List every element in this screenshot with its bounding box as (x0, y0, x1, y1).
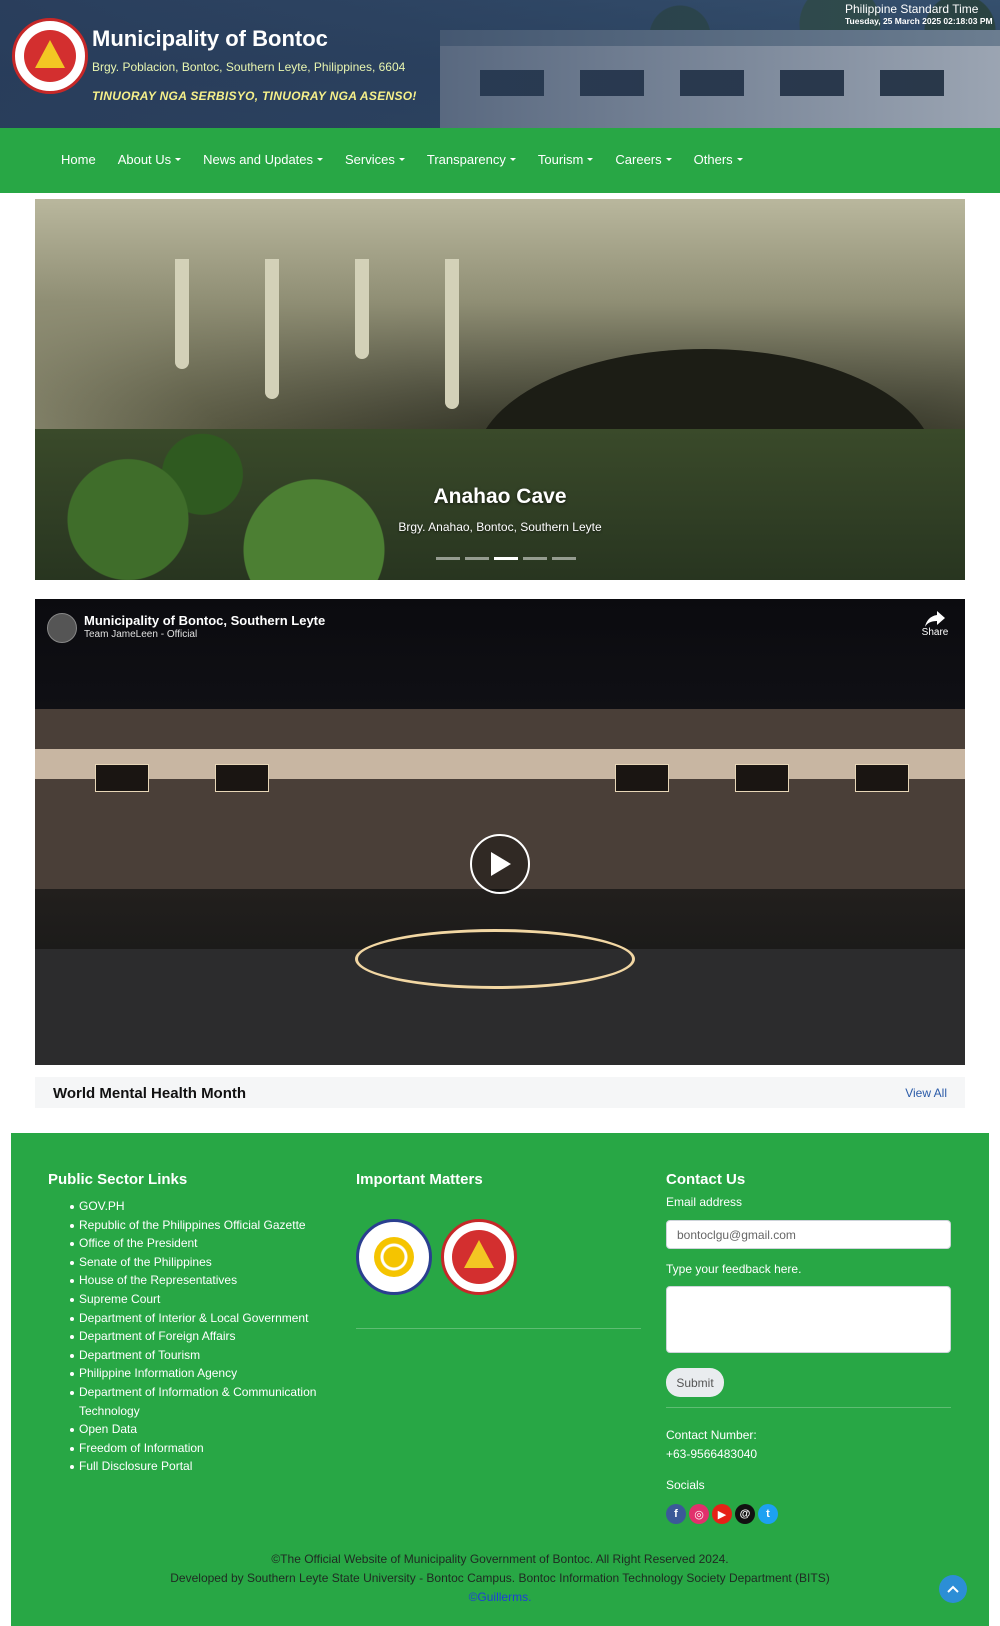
contact-number: +63-9566483040 (666, 1447, 758, 1461)
nav-item-label: Services (345, 152, 395, 167)
main-navbar: Home About Us News and Updates Services Tran… (0, 128, 1000, 193)
important-matters-title: Important Matters (356, 1171, 483, 1188)
carousel-indicator[interactable] (464, 557, 489, 560)
nav-item-label: Home (61, 152, 96, 167)
public-sector-link[interactable]: Freedom of Information (48, 1439, 338, 1458)
chevron-up-icon (947, 1585, 959, 1593)
facebook-icon[interactable]: f (666, 1504, 686, 1524)
site-title[interactable]: Municipality of Bontoc (92, 26, 328, 52)
view-all-link[interactable]: View All (905, 1086, 947, 1100)
play-icon (491, 852, 511, 876)
carousel-caption-subtitle: Brgy. Anahao, Bontoc, Southern Leyte (398, 520, 602, 534)
standard-time-value: Tuesday, 25 March 2025 02:18:03 PM (845, 16, 993, 26)
nav-item-home[interactable]: Home (61, 152, 96, 167)
public-sector-link[interactable]: Senate of the Philippines (48, 1253, 338, 1272)
video-embed[interactable]: Municipality of Bontoc, Southern Leyte T… (35, 599, 965, 1065)
nav-item-label: About Us (117, 152, 172, 167)
public-sector-link[interactable]: Department of Foreign Affairs (48, 1327, 338, 1346)
youtube-icon[interactable]: ▶ (712, 1504, 732, 1524)
video-channel[interactable]: Team JameLeen - Official (84, 629, 197, 640)
caret-down-icon (175, 158, 182, 161)
play-button[interactable] (470, 834, 530, 894)
contact-number-label: Contact Number: (666, 1428, 757, 1442)
public-sector-links-list: GOV.PH Republic of the Philippines Offici… (48, 1197, 338, 1476)
nav-item-services[interactable]: Services (345, 152, 405, 167)
caret-down-icon (587, 158, 594, 161)
transparency-seal-logo[interactable] (356, 1219, 432, 1295)
nav-item-label: News and Updates (203, 152, 314, 167)
contact-divider (666, 1407, 951, 1408)
instagram-icon[interactable]: ◎ (689, 1504, 709, 1524)
carousel-indicator[interactable] (435, 557, 460, 560)
caret-down-icon (398, 158, 405, 161)
channel-avatar[interactable] (47, 613, 77, 643)
caret-down-icon (665, 158, 672, 161)
news-title: World Mental Health Month (53, 1085, 247, 1102)
caret-down-icon (317, 158, 324, 161)
carousel-indicator[interactable] (522, 557, 547, 560)
email-field[interactable] (666, 1220, 951, 1249)
standard-time-label: Philippine Standard Time (845, 2, 979, 16)
public-sector-link[interactable]: GOV.PH (48, 1197, 338, 1216)
site-header: Municipality of Bontoc Brgy. Poblacion, … (0, 0, 1000, 128)
nav-item-about-us[interactable]: About Us (117, 152, 182, 167)
caret-down-icon (736, 158, 743, 161)
nav-item-transparency[interactable]: Transparency (427, 152, 516, 167)
public-sector-link[interactable]: Office of the President (48, 1234, 338, 1253)
matters-divider (356, 1328, 641, 1329)
municipal-seal-logo-footer[interactable] (441, 1219, 517, 1295)
email-label: Email address (666, 1195, 743, 1209)
public-sector-link[interactable]: Department of Tourism (48, 1346, 338, 1365)
video-title[interactable]: Municipality of Bontoc, Southern Leyte (84, 613, 325, 628)
developer-credit: Developed by Southern Leyte State Univer… (170, 1571, 830, 1585)
feedback-label: Type your feedback here. (666, 1262, 802, 1276)
share-button[interactable]: Share (915, 611, 955, 638)
public-sector-link[interactable]: Open Data (48, 1420, 338, 1439)
nav-item-careers[interactable]: Careers (615, 152, 672, 167)
submit-button[interactable]: Submit (666, 1368, 724, 1397)
news-bar: World Mental Health Month View All (35, 1077, 965, 1108)
carousel-indicator[interactable] (551, 557, 576, 560)
site-motto: TINUORAY NGA SERBISYO, TINUORAY NGA ASEN… (92, 89, 417, 103)
carousel-caption-title: Anahao Cave (433, 485, 567, 508)
feedback-textarea[interactable] (666, 1286, 951, 1353)
social-icons: f ◎ ▶ @ t (666, 1504, 781, 1524)
site-footer: Public Sector Links GOV.PH Republic of th… (11, 1133, 989, 1626)
nav-item-label: Careers (615, 152, 662, 167)
festive-lights (355, 929, 635, 989)
share-label: Share (921, 627, 949, 638)
public-sector-link[interactable]: Technology (48, 1402, 338, 1421)
municipal-seal-logo[interactable] (12, 18, 88, 94)
nav-item-label: Transparency (426, 152, 506, 167)
public-sector-link[interactable]: Supreme Court (48, 1290, 338, 1309)
site-address: Brgy. Poblacion, Bontoc, Southern Leyte,… (92, 60, 406, 74)
nav-item-news-and-updates[interactable]: News and Updates (203, 152, 324, 167)
twitter-icon[interactable]: t (758, 1504, 778, 1524)
public-sector-link[interactable]: House of the Representatives (48, 1271, 338, 1290)
copyright-text: ©The Official Website of Municipality Go… (271, 1552, 729, 1566)
carousel-indicators (433, 557, 578, 560)
public-sector-link[interactable]: Department of Information & Communicatio… (48, 1383, 338, 1402)
standard-time-clock: Philippine Standard Time Tuesday, 25 Mar… (845, 2, 995, 27)
author-credit-link[interactable]: ©Guillerms. (11, 1590, 989, 1604)
threads-icon[interactable]: @ (735, 1504, 755, 1524)
public-sector-link[interactable]: Department of Interior & Local Governmen… (48, 1309, 338, 1328)
caret-down-icon (509, 158, 516, 161)
back-to-top-button[interactable] (939, 1575, 967, 1603)
contact-us-title: Contact Us (666, 1171, 746, 1188)
nav-item-others[interactable]: Others (694, 152, 743, 167)
nav-item-label: Others (693, 152, 733, 167)
hero-carousel[interactable]: Anahao Cave Brgy. Anahao, Bontoc, Southe… (35, 199, 965, 580)
public-sector-link[interactable]: Republic of the Philippines Official Gaz… (48, 1216, 338, 1235)
public-sector-links-title: Public Sector Links (48, 1171, 188, 1188)
nav-item-tourism[interactable]: Tourism (538, 152, 594, 167)
nav-menu: Home About Us News and Updates Services Tran… (50, 152, 754, 167)
socials-label: Socials (666, 1478, 705, 1492)
nav-item-label: Tourism (537, 152, 584, 167)
public-sector-link[interactable]: Full Disclosure Portal (48, 1457, 338, 1476)
carousel-indicator[interactable] (493, 557, 518, 560)
public-sector-link[interactable]: Philippine Information Agency (48, 1364, 338, 1383)
share-arrow-icon (925, 611, 945, 627)
